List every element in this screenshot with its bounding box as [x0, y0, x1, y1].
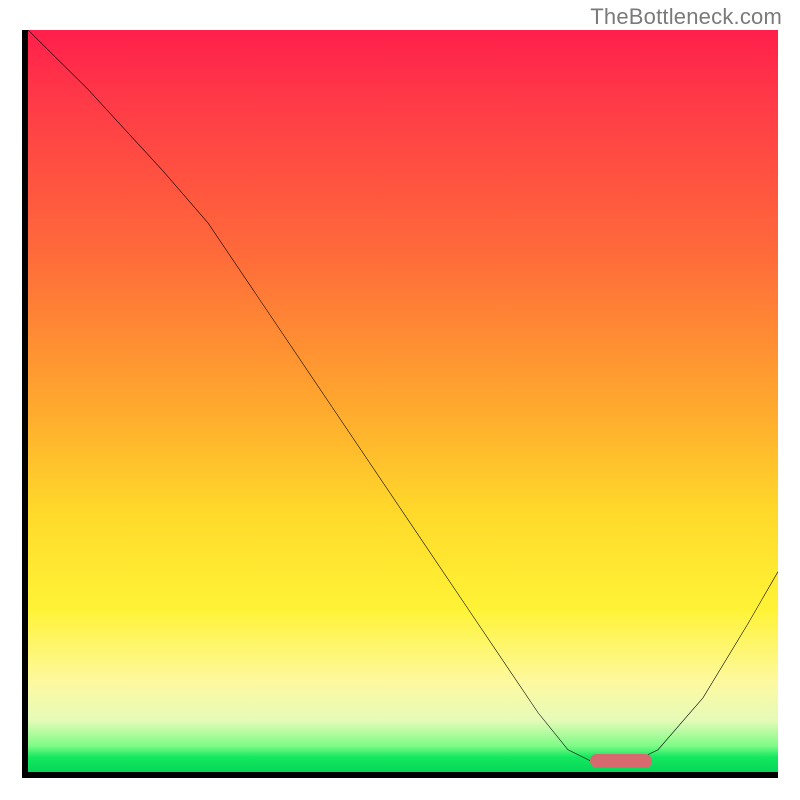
curve-path — [28, 30, 778, 765]
watermark-text: TheBottleneck.com — [590, 4, 782, 30]
plot-area — [22, 30, 778, 778]
chart-container: TheBottleneck.com — [0, 0, 800, 800]
bottleneck-curve — [28, 30, 778, 772]
optimal-marker — [590, 754, 652, 768]
